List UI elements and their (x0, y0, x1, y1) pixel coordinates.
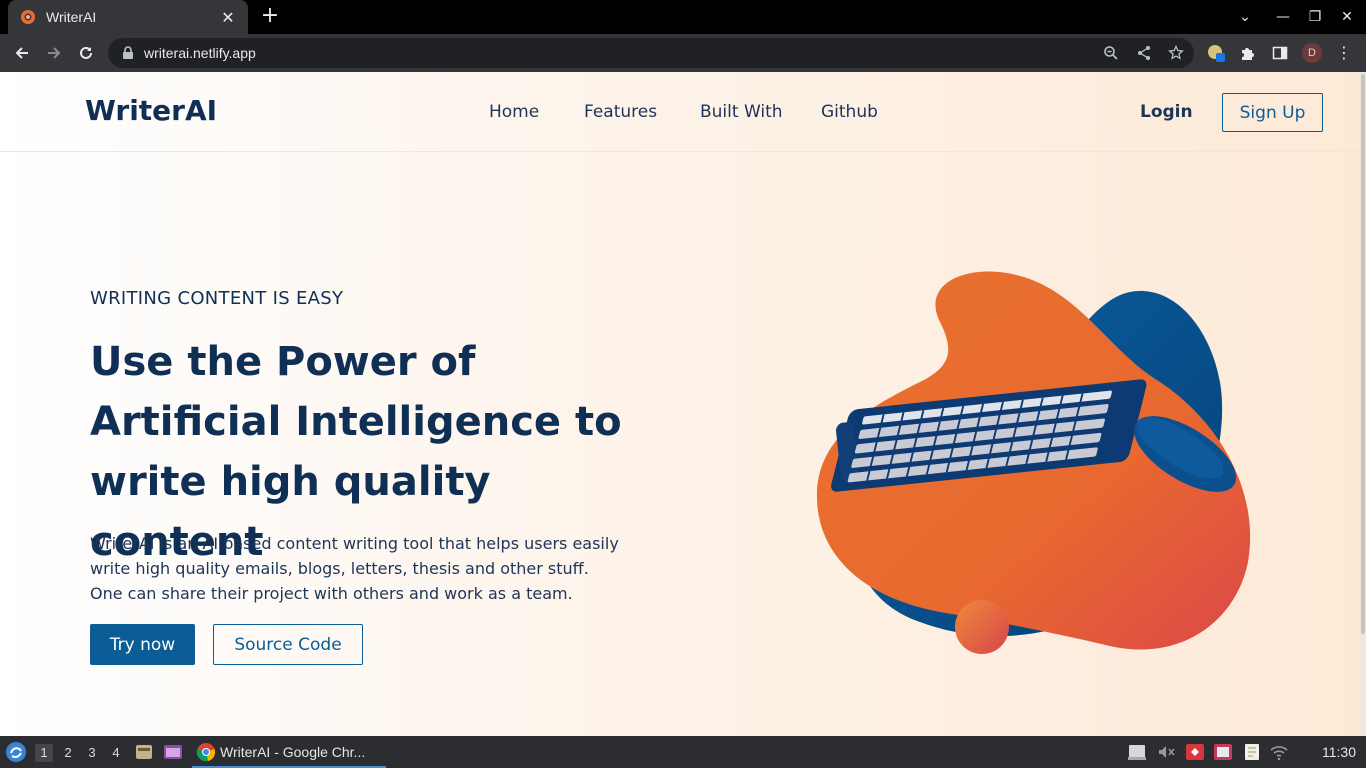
source-code-button[interactable]: Source Code (213, 624, 363, 665)
extension-icon[interactable] (1206, 43, 1226, 63)
start-menu-icon[interactable] (5, 741, 27, 763)
tab-title: WriterAI (46, 9, 97, 25)
chrome-icon (196, 743, 216, 762)
site-logo[interactable]: WriterAI (85, 94, 217, 127)
nav-home[interactable]: Home (489, 102, 539, 122)
page-scrollbar[interactable] (1360, 72, 1366, 736)
taskbar-chrome-window[interactable]: WriterAI - Google Chr... (192, 738, 386, 768)
file-manager-icon[interactable] (134, 742, 154, 762)
signup-button[interactable]: Sign Up (1222, 93, 1323, 132)
clipboard-tray-icon[interactable] (1127, 743, 1147, 761)
profile-avatar[interactable]: D (1302, 43, 1322, 63)
back-button[interactable] (10, 41, 34, 65)
terminal-icon[interactable] (163, 742, 183, 762)
extensions-button[interactable] (1238, 43, 1258, 63)
browser-toolbar: writerai.netlify.app D ⋮ (0, 34, 1366, 72)
reload-button[interactable] (74, 41, 98, 65)
new-tab-button[interactable]: + (258, 5, 282, 29)
hero-description: WriterAI is an AI based content writing … (90, 534, 619, 603)
side-panel-button[interactable] (1270, 43, 1290, 63)
browser-tab-strip: WriterAI ✕ + ⌄ — ❐ ✕ (0, 0, 1366, 34)
screenshot-tray-icon[interactable] (1213, 743, 1233, 761)
login-link[interactable]: Login (1140, 102, 1193, 122)
zoom-icon[interactable] (1103, 45, 1119, 61)
site-header: WriterAI Home Features Built With Github… (0, 72, 1360, 152)
address-bar[interactable]: writerai.netlify.app (108, 38, 1194, 68)
page-viewport: WriterAI Home Features Built With Github… (0, 72, 1366, 736)
forward-button[interactable] (42, 41, 66, 65)
system-clock: 11:30 (1322, 744, 1356, 760)
site-favicon-icon (21, 10, 35, 24)
browser-menu-icon[interactable]: ⋮ (1336, 43, 1352, 63)
arrow-left-icon (15, 47, 28, 59)
wifi-icon[interactable] (1269, 743, 1289, 761)
try-now-button[interactable]: Try now (90, 624, 195, 665)
share-icon[interactable] (1136, 45, 1152, 61)
browser-tab[interactable]: WriterAI ✕ (8, 0, 248, 34)
close-window-icon[interactable]: ✕ (1338, 8, 1356, 26)
volume-muted-icon[interactable] (1156, 743, 1176, 761)
star-icon[interactable] (1168, 45, 1184, 61)
notes-tray-icon[interactable] (1242, 743, 1262, 761)
arrow-right-icon (48, 47, 61, 59)
workspace-1[interactable]: 1 (35, 744, 53, 762)
os-taskbar: 1 2 3 4 WriterAI - Google Chr... 11:30 (0, 736, 1366, 768)
hero-eyebrow: WRITING CONTENT IS EASY (90, 288, 344, 309)
nav-github[interactable]: Github (821, 102, 878, 122)
lock-icon (123, 46, 133, 59)
minimize-window-icon[interactable]: — (1274, 8, 1292, 26)
taskbar-window-label: WriterAI - Google Chr... (220, 744, 366, 760)
puzzle-icon (1242, 48, 1254, 60)
workspace-3[interactable]: 3 (83, 744, 101, 762)
workspace-4[interactable]: 4 (107, 744, 125, 762)
nav-built-with[interactable]: Built With (700, 102, 783, 122)
hero-keyboard-illustration (816, 271, 1251, 654)
workspace-2[interactable]: 2 (59, 744, 77, 762)
nav-features[interactable]: Features (584, 102, 657, 122)
url-text: writerai.netlify.app (144, 45, 256, 61)
tab-search-dropdown-icon[interactable]: ⌄ (1236, 8, 1254, 26)
restore-window-icon[interactable]: ❐ (1306, 8, 1324, 26)
reload-icon (80, 46, 92, 59)
app-tray-icon[interactable] (1185, 743, 1205, 761)
scrollbar-thumb[interactable] (1361, 74, 1365, 634)
side-panel-icon (1272, 46, 1288, 60)
extension-badge-icon (1208, 45, 1225, 62)
tab-close-icon[interactable]: ✕ (218, 8, 238, 27)
